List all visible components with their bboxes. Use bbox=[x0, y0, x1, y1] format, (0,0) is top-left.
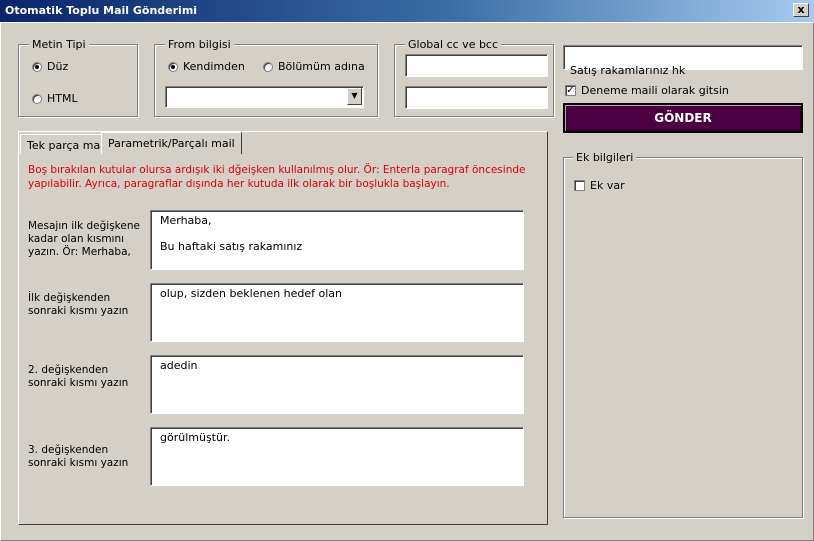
metin-tipi-label: Metin Tipi bbox=[29, 38, 89, 51]
checkmark-icon: ✓ bbox=[565, 85, 576, 96]
ek-bilgileri-group: Ek bilgileri bbox=[563, 151, 803, 518]
from-bilgisi-label: From bilgisi bbox=[165, 38, 234, 51]
ek-var-checkbox[interactable]: Ek var bbox=[574, 179, 625, 192]
close-icon: x bbox=[797, 3, 805, 16]
test-mail-checkbox[interactable]: ✓ Deneme maili olarak gitsin bbox=[565, 84, 729, 97]
close-button[interactable]: x bbox=[793, 3, 809, 17]
global-cc-label: Global cc ve bcc bbox=[405, 38, 502, 51]
field-1-label: Mesajın ilk değişkene kadar olan kısmını… bbox=[28, 220, 140, 258]
title-bar: Otomatik Toplu Mail Gönderimi x bbox=[0, 0, 814, 22]
radio-bolumum-adina[interactable]: Bölümüm adına bbox=[263, 60, 365, 73]
subject-input[interactable]: Satış rakamlarınız hk bbox=[563, 45, 803, 77]
from-combo[interactable]: ▼ bbox=[165, 86, 364, 108]
field-4-label: 3. değişkenden sonraki kısmı yazın bbox=[28, 444, 129, 469]
chevron-down-icon: ▼ bbox=[351, 91, 358, 100]
radio-duz-label: Düz bbox=[47, 60, 69, 73]
test-mail-label: Deneme maili olarak gitsin bbox=[581, 84, 729, 97]
radio-bolumum-label: Bölümüm adına bbox=[278, 60, 365, 73]
ek-var-label: Ek var bbox=[590, 179, 625, 192]
tab-parametrik[interactable]: Parametrik/Parçalı mail bbox=[101, 132, 242, 154]
send-button[interactable]: GÖNDER bbox=[563, 103, 803, 133]
field-3-textarea[interactable]: adedin bbox=[150, 355, 524, 414]
field-1-textarea[interactable]: Merhaba, Bu haftaki satış rakamınız bbox=[150, 210, 524, 270]
field-2-textarea[interactable]: olup, sizden beklenen hedef olan bbox=[150, 283, 524, 342]
metin-tipi-group: Metin Tipi bbox=[18, 38, 138, 117]
radio-html-label: HTML bbox=[47, 92, 78, 105]
radio-icon bbox=[32, 61, 42, 72]
field-3-label: 2. değişkenden sonraki kısmı yazın bbox=[28, 364, 129, 389]
radio-icon bbox=[168, 61, 178, 72]
radio-duz[interactable]: Düz bbox=[32, 60, 68, 73]
subject-value: Satış rakamlarınız hk bbox=[570, 64, 686, 77]
window-title: Otomatik Toplu Mail Gönderimi bbox=[5, 4, 198, 17]
combo-dropdown-button[interactable]: ▼ bbox=[347, 88, 362, 105]
radio-kendimden-label: Kendimden bbox=[183, 60, 245, 73]
radio-icon bbox=[263, 61, 273, 72]
radio-icon bbox=[32, 93, 42, 104]
cc-input[interactable] bbox=[405, 54, 548, 77]
bcc-input[interactable] bbox=[405, 86, 548, 109]
radio-html[interactable]: HTML bbox=[32, 92, 78, 105]
radio-kendimden[interactable]: Kendimden bbox=[168, 60, 245, 73]
ek-bilgileri-label: Ek bilgileri bbox=[573, 151, 637, 164]
field-4-textarea[interactable]: görülmüştür. bbox=[150, 427, 524, 486]
info-note: Boş bırakılan kutular olursa ardışık iki… bbox=[28, 164, 526, 190]
field-2-label: İlk değişkenden sonraki kısmı yazın bbox=[28, 292, 129, 317]
checkbox-icon bbox=[574, 180, 585, 191]
